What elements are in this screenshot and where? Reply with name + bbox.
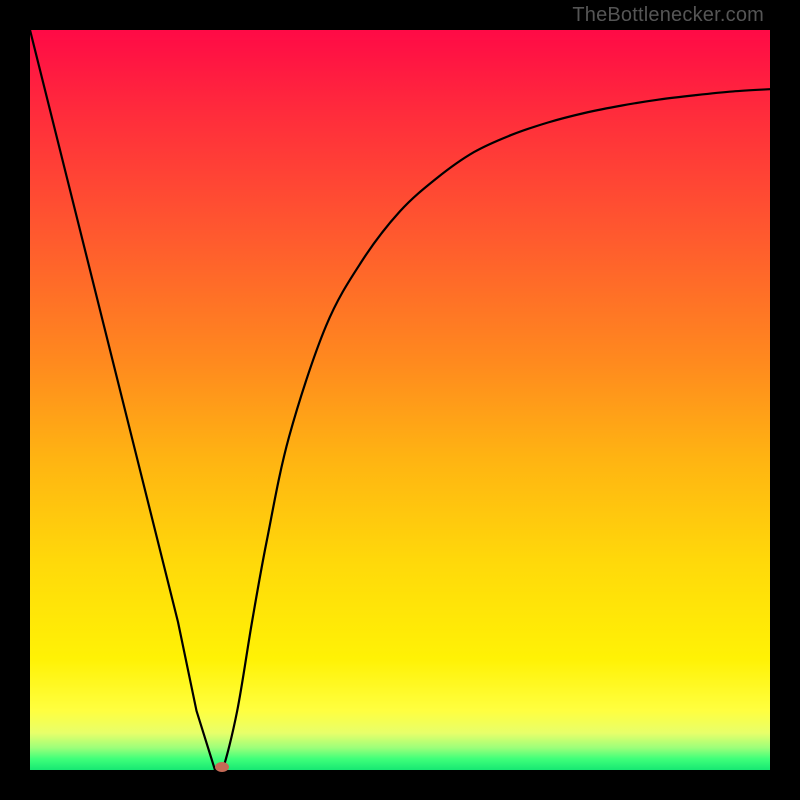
- watermark-text: TheBottlenecker.com: [572, 4, 764, 27]
- optimum-marker: [215, 762, 229, 772]
- curve-path: [30, 30, 770, 774]
- plot-area: [30, 30, 770, 770]
- chart-frame: TheBottlenecker.com: [0, 0, 800, 800]
- bottleneck-curve: [30, 30, 770, 770]
